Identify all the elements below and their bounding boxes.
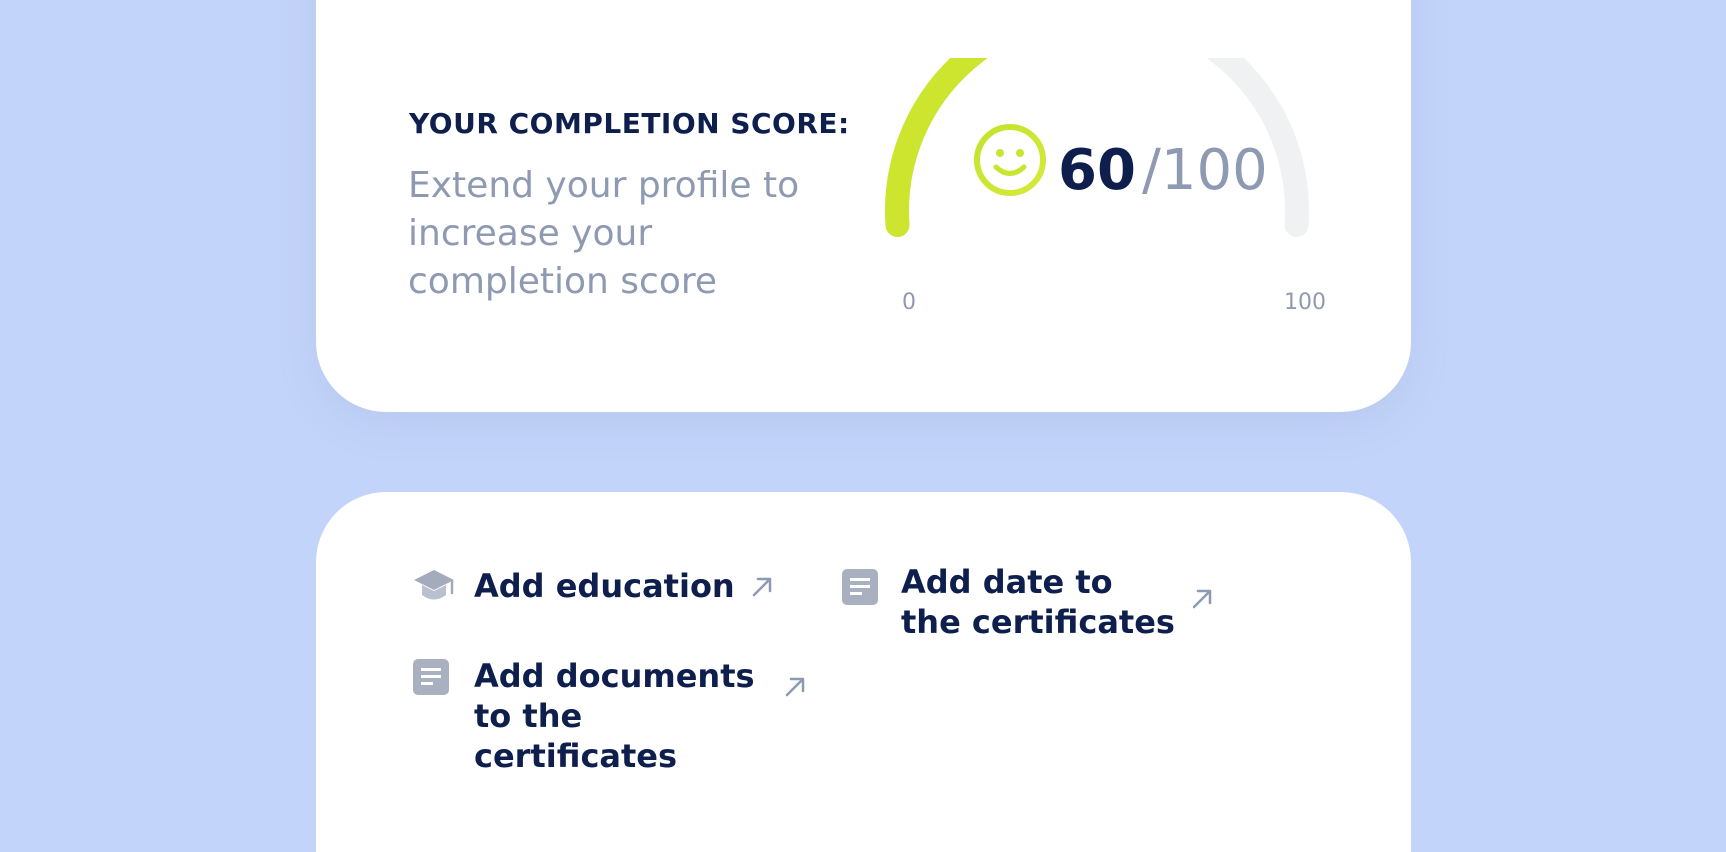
scale-min-label: 0 [902, 290, 916, 315]
score-description: Extend your profile to increase your com… [408, 165, 800, 302]
score-max: 100 [1160, 138, 1268, 203]
arrow-up-right-icon [782, 674, 808, 700]
add-date-certificates-link[interactable]: Add date to the certificates [841, 562, 1215, 642]
add-documents-certificates-label: Add documents to the certificates [474, 657, 755, 775]
actions-card: Add education Add date to the certificat… [316, 492, 1411, 852]
add-documents-certificates-link[interactable]: Add documents to the certificates [412, 656, 808, 776]
document-icon [412, 658, 452, 698]
score-title: YOUR COMPLETION SCORE: [409, 107, 850, 140]
add-date-certificates-label: Add date to the certificates [901, 563, 1175, 641]
score-number: 60 [1058, 138, 1136, 203]
scale-max-label: 100 [1284, 290, 1326, 315]
add-education-label: Add education [474, 567, 735, 605]
arrow-up-right-icon [749, 574, 775, 600]
score-value: 60/100 [1058, 138, 1268, 203]
completion-score-card: YOUR COMPLETION SCORE: Extend your profi… [316, 0, 1411, 412]
document-icon [841, 568, 881, 608]
arrow-up-right-icon [1189, 586, 1215, 612]
score-gauge: 60/100 0 100 [882, 58, 1352, 318]
add-education-link[interactable]: Add education [412, 566, 775, 606]
score-slash: / [1141, 138, 1161, 203]
graduation-cap-icon [412, 566, 454, 606]
